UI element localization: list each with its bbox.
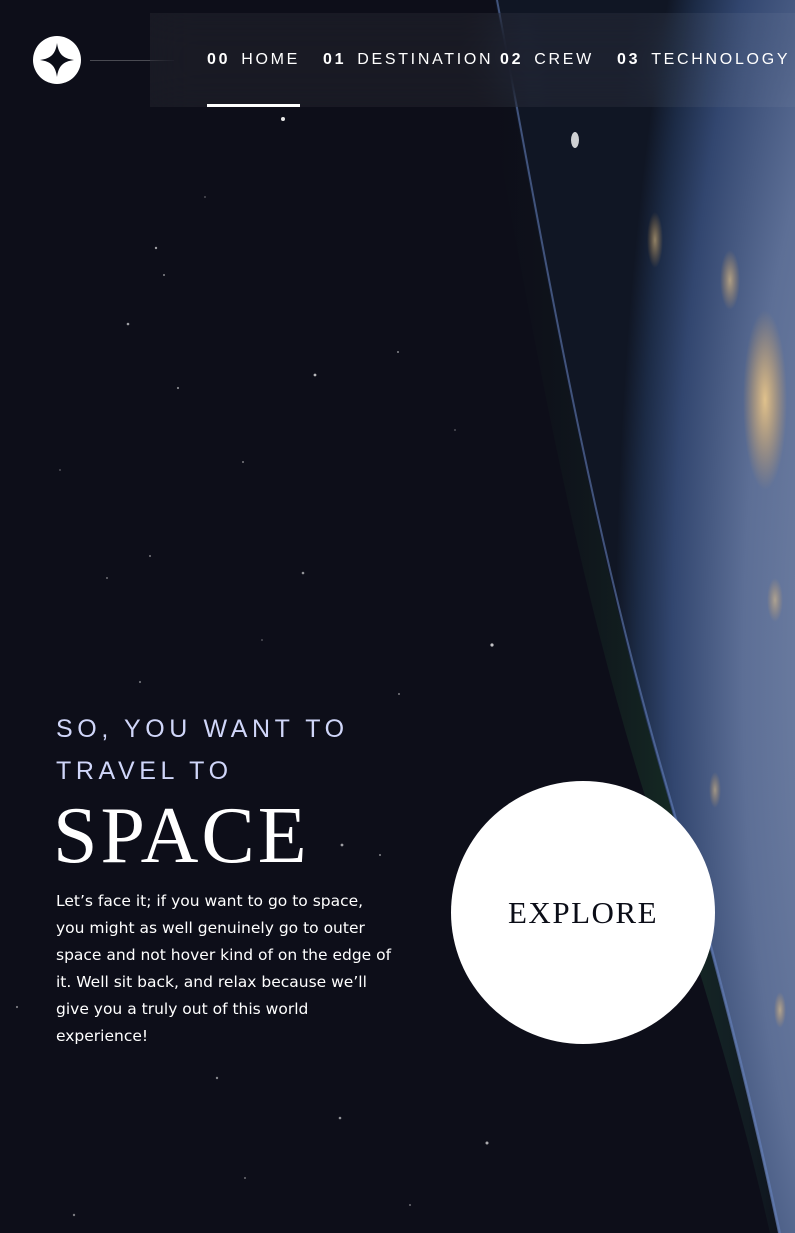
nav-item-home[interactable]: 00 HOME bbox=[207, 13, 301, 107]
logo-star-icon[interactable] bbox=[33, 36, 81, 84]
hero-section: SO, YOU WANT TO TRAVEL TO SPACE Let’s fa… bbox=[53, 708, 396, 1050]
site-header: 00 HOME 01 DESTINATION 02 CREW 03 TECHNO… bbox=[0, 0, 795, 120]
hero-description: Let’s face it; if you want to go to spac… bbox=[56, 892, 392, 1045]
primary-nav: 00 HOME 01 DESTINATION 02 CREW 03 TECHNO… bbox=[150, 13, 795, 107]
hero-subtitle-line-1: SO, YOU WANT TO bbox=[56, 715, 349, 743]
nav-number: 01 bbox=[323, 51, 347, 68]
explore-button[interactable]: EXPLORE bbox=[451, 781, 715, 1044]
hero-title: SPACE bbox=[53, 792, 310, 880]
home-page: 00 HOME 01 DESTINATION 02 CREW 03 TECHNO… bbox=[0, 0, 795, 1233]
nav-item-technology[interactable]: 03 TECHNOLOGY bbox=[617, 13, 790, 107]
nav-item-destination[interactable]: 01 DESTINATION bbox=[323, 13, 493, 107]
nav-label: HOME bbox=[241, 51, 301, 68]
explore-button-label: EXPLORE bbox=[508, 894, 658, 930]
nav-number: 00 bbox=[207, 51, 231, 68]
nav-label: DESTINATION bbox=[357, 51, 494, 68]
hero-subtitle: SO, YOU WANT TO TRAVEL TO bbox=[56, 708, 396, 792]
hero-subtitle-line-2: TRAVEL TO bbox=[56, 757, 233, 785]
nav-item-crew[interactable]: 02 CREW bbox=[500, 13, 594, 107]
nav-label: TECHNOLOGY bbox=[651, 51, 791, 68]
nav-number: 02 bbox=[500, 51, 524, 68]
nav-label: CREW bbox=[534, 51, 594, 68]
nav-number: 03 bbox=[617, 51, 641, 68]
